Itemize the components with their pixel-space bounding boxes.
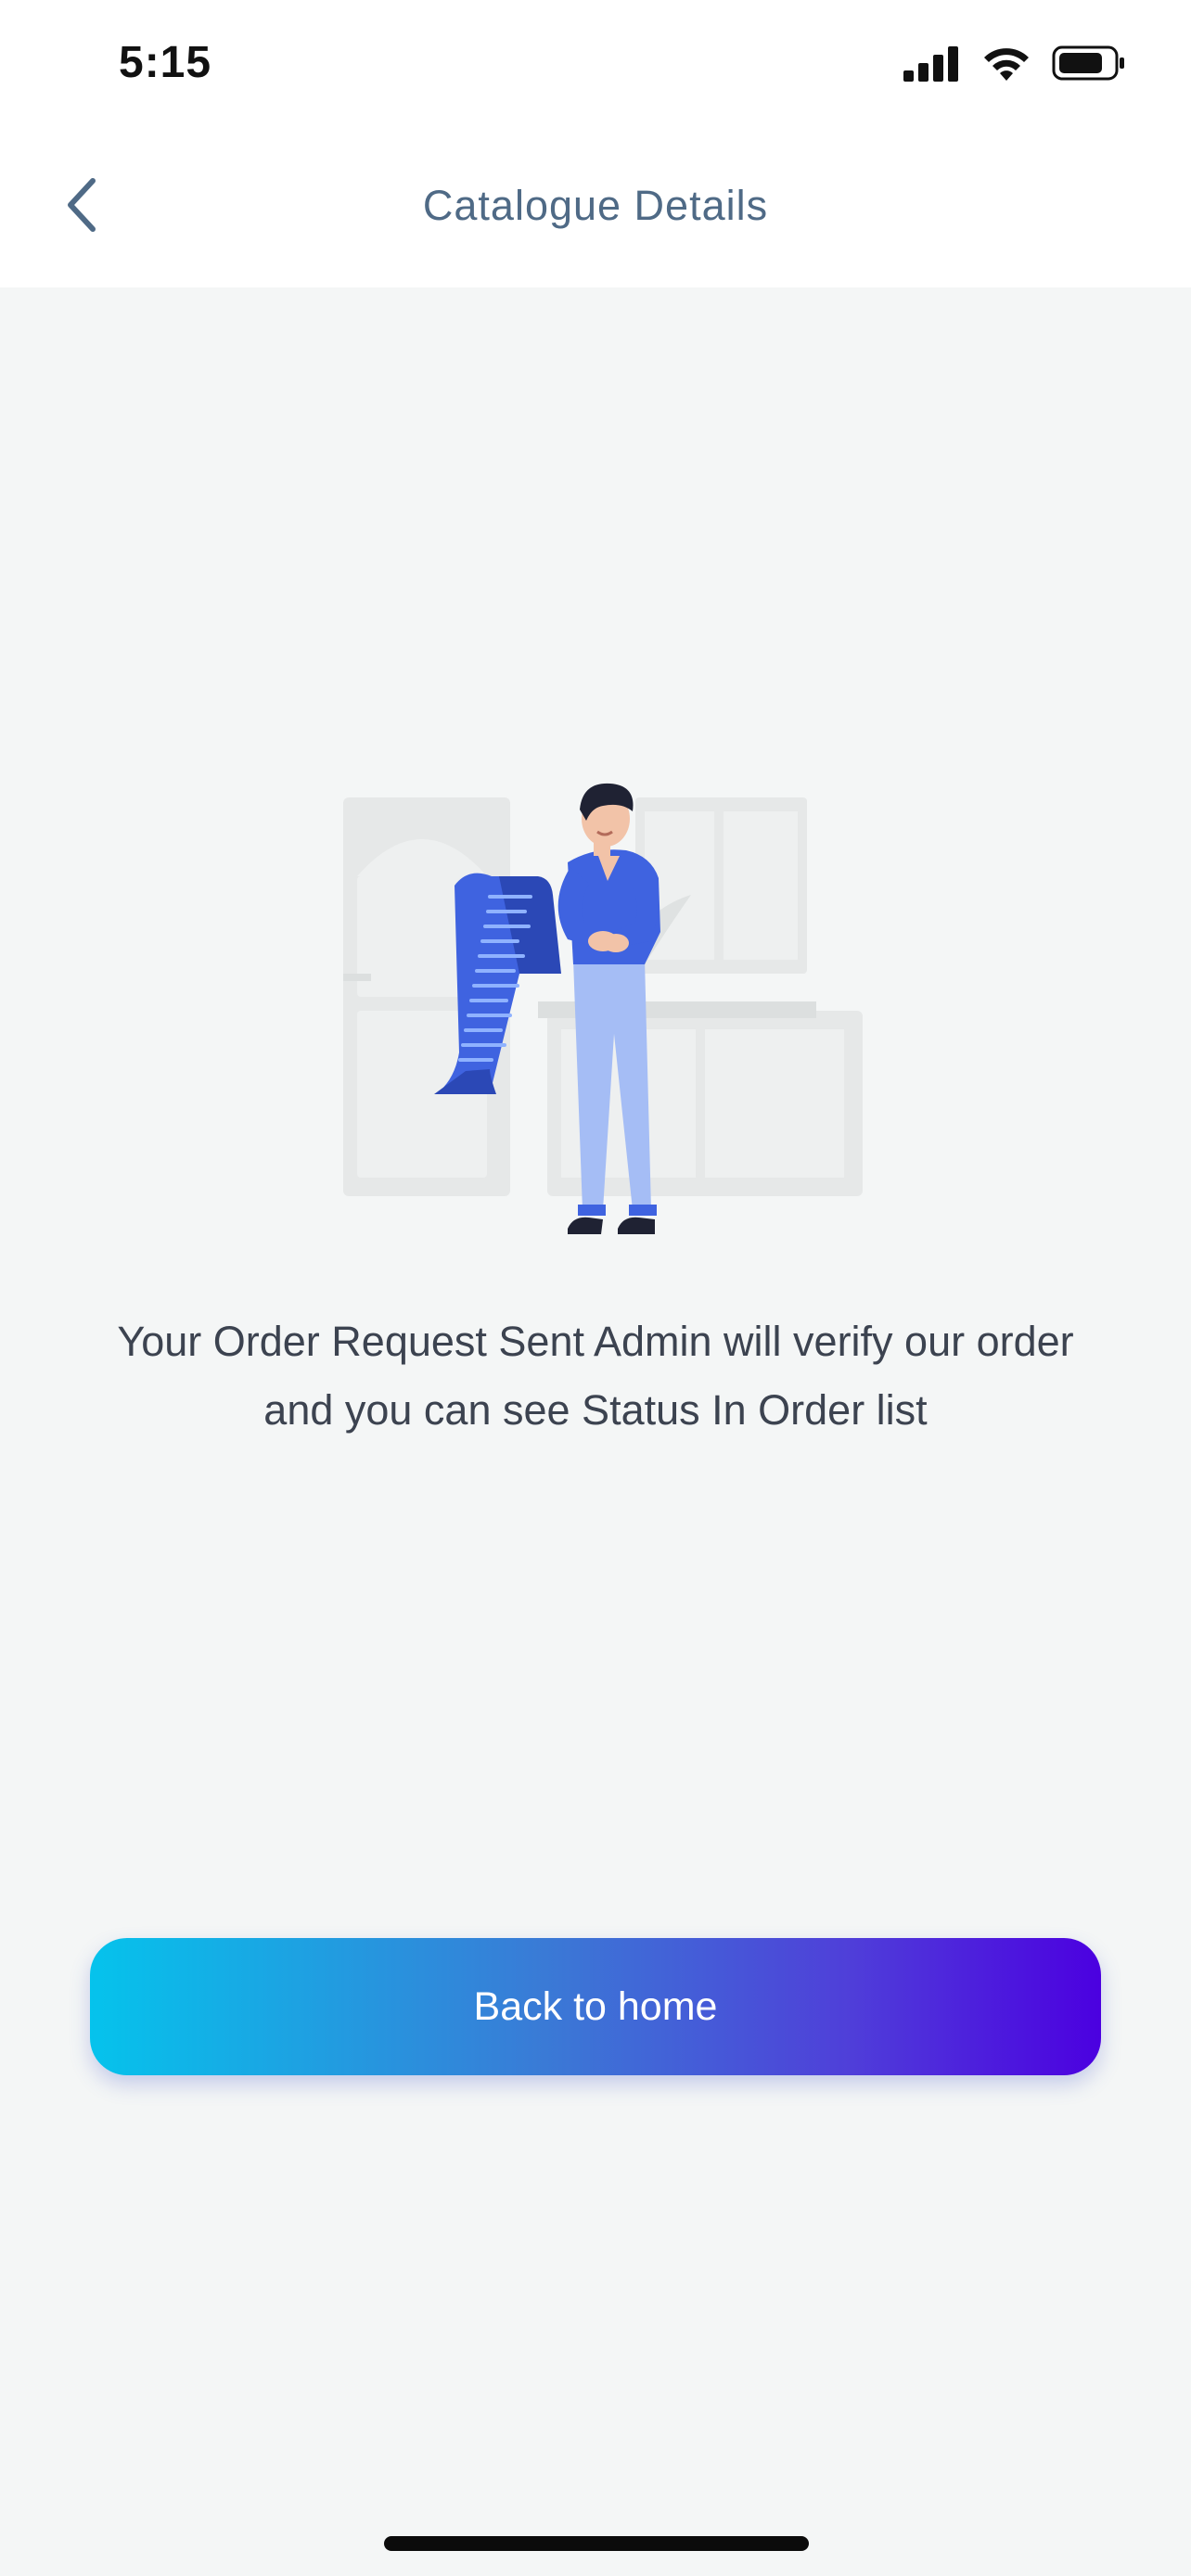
cellular-signal-icon [903, 45, 961, 86]
order-confirmation-message: Your Order Request Sent Admin will verif… [56, 1307, 1135, 1445]
status-time: 5:15 [119, 38, 212, 87]
back-to-home-label: Back to home [473, 1983, 718, 2029]
battery-icon [1052, 45, 1126, 86]
page-title: Catalogue Details [422, 182, 769, 229]
status-icons [903, 43, 1126, 87]
home-indicator [384, 2536, 809, 2551]
wifi-icon [981, 44, 1031, 87]
message-line-2: and you can see Status In Order list [263, 1386, 928, 1434]
message-line-1: Your Order Request Sent Admin will verif… [117, 1318, 1074, 1365]
person-holding-receipt-illustration [325, 774, 863, 1256]
screen: 5:15 Catalogue Details Your Order Reques… [0, 0, 1191, 2576]
back-to-home-button[interactable]: Back to home [90, 1938, 1101, 2075]
